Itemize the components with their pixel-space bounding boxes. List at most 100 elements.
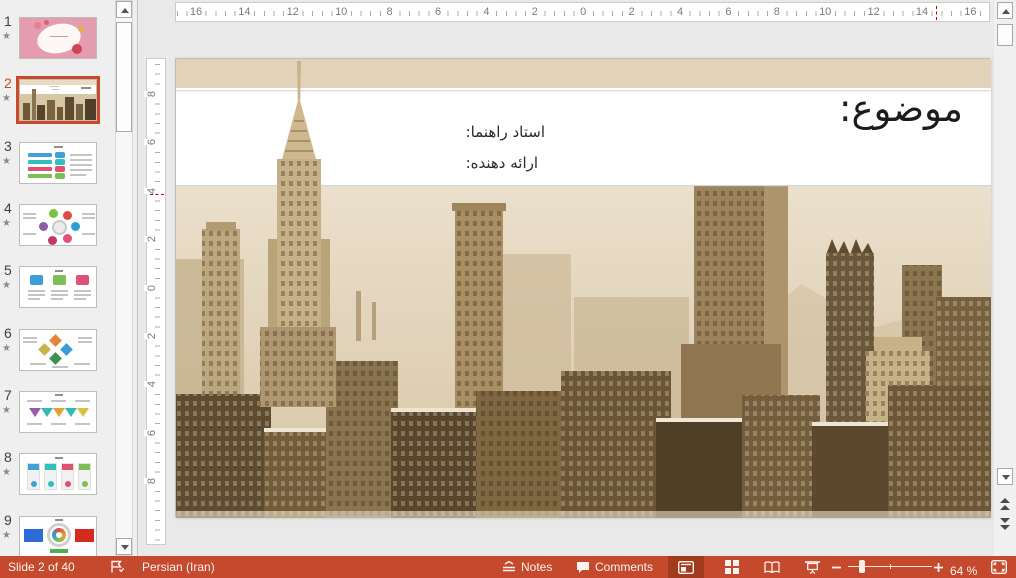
- thumbnail-art: [20, 517, 96, 557]
- animation-star-icon[interactable]: ★: [2, 218, 11, 229]
- ruler-number: 6: [144, 430, 160, 436]
- slide-number: 5: [4, 262, 12, 278]
- slide-title-textbox[interactable]: موضوع:: [839, 87, 963, 130]
- slide-thumbnail-6[interactable]: 6 ★: [0, 329, 112, 385]
- animation-star-icon[interactable]: ★: [2, 405, 11, 416]
- thumbnail-art: [20, 18, 96, 58]
- reading-view-icon: [764, 561, 780, 574]
- animation-star-icon[interactable]: ★: [2, 343, 11, 354]
- scrollbar-thumb[interactable]: [997, 24, 1013, 46]
- pointer-position-marker: [936, 6, 937, 20]
- slide-subtitle-textbox[interactable]: استاد راهنما: ارائه دهنده:: [466, 117, 545, 179]
- ruler-number: 12: [285, 6, 301, 18]
- slide-thumbnail-8[interactable]: 8 ★: [0, 453, 112, 509]
- slide-canvas[interactable]: موضوع: استاد راهنما: ارائه دهنده:: [175, 58, 990, 517]
- ruler-number: 4: [481, 6, 491, 18]
- fit-slide-to-window-button[interactable]: [991, 556, 1007, 578]
- animation-star-icon[interactable]: ★: [2, 280, 11, 291]
- thumbnail-art: [20, 80, 96, 120]
- thumbnail-art: [20, 143, 96, 183]
- proofing-status-icon[interactable]: [110, 556, 125, 578]
- next-slide-button[interactable]: [999, 518, 1011, 532]
- ruler-number: 4: [144, 188, 160, 194]
- ruler-number: 0: [578, 6, 588, 18]
- zoom-level[interactable]: 64 %: [950, 560, 977, 578]
- thumbnail-art: [20, 267, 96, 307]
- slide-thumbnail-2[interactable]: 2 ★: [0, 79, 112, 135]
- thumbnail-art: [20, 392, 96, 432]
- scrollbar-thumb[interactable]: [116, 22, 132, 132]
- ruler-number: 2: [144, 333, 160, 339]
- scroll-up-button[interactable]: [997, 2, 1013, 19]
- main-scrollbar[interactable]: [994, 0, 1016, 556]
- comments-button[interactable]: Comments: [576, 556, 653, 578]
- ruler-ticks: [155, 59, 160, 544]
- ruler-number: 14: [236, 6, 252, 18]
- slide-thumbnail-image[interactable]: [19, 516, 97, 558]
- slide-number: 8: [4, 449, 12, 465]
- slide-thumbnail-7[interactable]: 7 ★: [0, 391, 112, 447]
- slide-thumbnail-image[interactable]: [19, 266, 97, 308]
- supervisor-line: استاد راهنما:: [466, 117, 545, 148]
- ruler-number: 0: [144, 285, 160, 291]
- thumbnail-art: [20, 330, 96, 370]
- ruler-number: 8: [772, 6, 782, 18]
- slide-counter[interactable]: Slide 2 of 40: [8, 556, 75, 578]
- ruler-number: 8: [144, 478, 160, 484]
- ruler-number: 10: [817, 6, 833, 18]
- zoom-slider-center-tick: [890, 564, 891, 569]
- slide-thumbnail-image[interactable]: [19, 142, 97, 184]
- zoom-slider-thumb[interactable]: [859, 560, 865, 573]
- thumbnail-scrollbar[interactable]: [115, 0, 133, 556]
- slide-number: 6: [4, 325, 12, 341]
- slide-show-icon: [805, 561, 820, 574]
- slide-number: 1: [4, 13, 12, 29]
- slide-number: 4: [4, 200, 12, 216]
- slide-thumbnail-image[interactable]: [19, 453, 97, 495]
- ruler-number: 4: [144, 381, 160, 387]
- ruler-number: 6: [723, 6, 733, 18]
- animation-star-icon[interactable]: ★: [2, 156, 11, 167]
- animation-star-icon[interactable]: ★: [2, 93, 11, 104]
- comments-icon: [576, 561, 590, 574]
- animation-star-icon[interactable]: ★: [2, 467, 11, 478]
- pointer-position-marker: [150, 194, 164, 195]
- scroll-down-button[interactable]: [116, 538, 132, 555]
- animation-star-icon[interactable]: ★: [2, 31, 11, 42]
- slide-sorter-icon: [725, 560, 739, 574]
- slide-thumbnail-1[interactable]: 1 ★: [0, 17, 112, 73]
- slide-thumbnail-4[interactable]: 4 ★: [0, 204, 112, 260]
- slide-thumbnail-image[interactable]: [19, 391, 97, 433]
- notes-button[interactable]: Notes: [502, 556, 552, 578]
- ruler-number: 10: [333, 6, 349, 18]
- slide-thumbnail-3[interactable]: 3 ★: [0, 142, 112, 198]
- slide-number: 7: [4, 387, 12, 403]
- slide-thumbnail-image[interactable]: [19, 204, 97, 246]
- thumbnail-art: [20, 205, 96, 245]
- slide-show-button[interactable]: [794, 556, 830, 578]
- ruler-number: 8: [144, 91, 160, 97]
- ruler-number: 6: [144, 139, 160, 145]
- vertical-ruler: 8 6 4 2 0 2 4 6 8: [146, 58, 166, 545]
- scroll-up-button[interactable]: [116, 1, 132, 18]
- slide-thumbnail-image[interactable]: [19, 17, 97, 59]
- slide-number: 9: [4, 512, 12, 528]
- slide-thumbnail-panel: 1 ★ 2 ★: [0, 0, 138, 556]
- slide-thumbnail-image[interactable]: [19, 329, 97, 371]
- ruler-number: 2: [144, 236, 160, 242]
- normal-view-button[interactable]: [668, 556, 704, 578]
- ruler-number: 2: [627, 6, 637, 18]
- thumbnail-art: [20, 454, 96, 494]
- normal-view-icon: [678, 561, 694, 574]
- previous-slide-button[interactable]: [999, 498, 1011, 512]
- zoom-in-button[interactable]: [934, 556, 943, 578]
- zoom-out-button[interactable]: [832, 556, 841, 578]
- reading-view-button[interactable]: [754, 556, 790, 578]
- slide-thumbnail-image[interactable]: [19, 79, 97, 121]
- slide-number: 2: [4, 75, 12, 91]
- animation-star-icon[interactable]: ★: [2, 530, 11, 541]
- slide-thumbnail-5[interactable]: 5 ★: [0, 266, 112, 322]
- language-indicator[interactable]: Persian (Iran): [142, 556, 215, 578]
- slide-sorter-view-button[interactable]: [714, 556, 750, 578]
- scroll-down-button[interactable]: [997, 468, 1013, 485]
